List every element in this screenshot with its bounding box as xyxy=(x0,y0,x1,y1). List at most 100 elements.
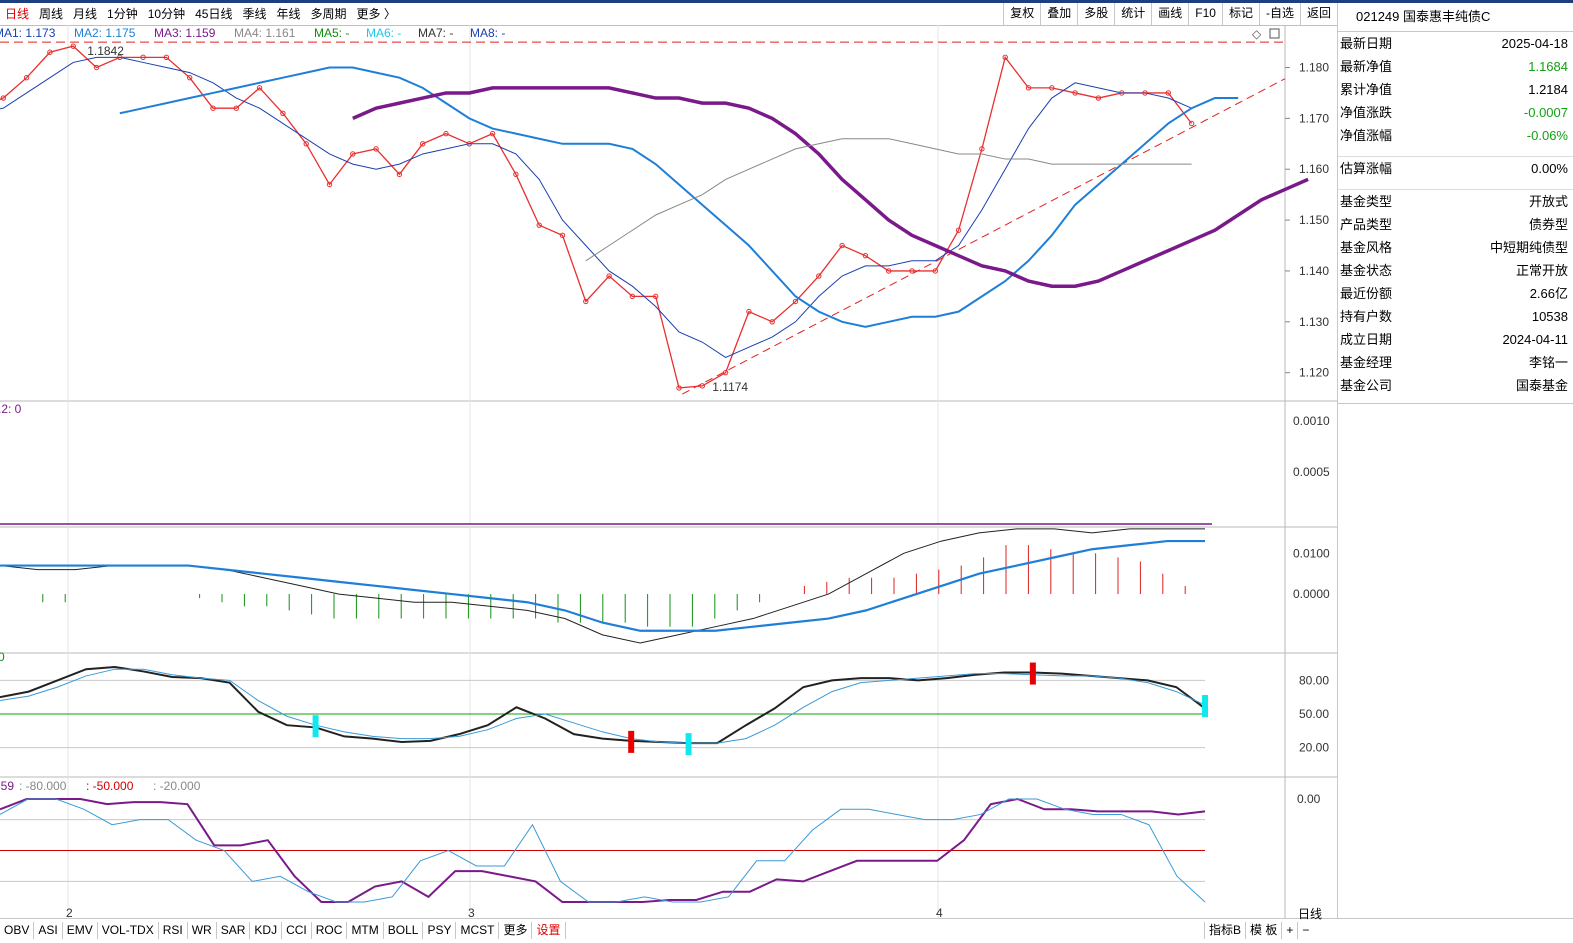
kline-chart[interactable]: 2 3 4 1.180 1.170 1.160 1.150 1.140 1.130 1.120 1.… xyxy=(0,24,1337,920)
panel-maximize-icon[interactable] xyxy=(1269,28,1280,39)
x-axis-label: 2 xyxy=(66,906,73,918)
indicator-tab[interactable]: ROC xyxy=(312,922,348,939)
info-row: 基金状态 正常开放 xyxy=(1338,259,1573,282)
period-tab[interactable]: 周线 xyxy=(34,6,68,22)
tool-button[interactable]: 叠加 xyxy=(1040,3,1077,25)
price-axis-tick: 1.180 xyxy=(1299,61,1329,75)
low-annotation: 1.1174 xyxy=(712,380,748,394)
panel2-axis-tick: 0.0005 xyxy=(1293,465,1330,479)
indicator-tab[interactable]: 设置 xyxy=(532,922,566,939)
info-value: 10538 xyxy=(1531,309,1568,324)
death-cross-marker xyxy=(1202,695,1208,718)
period-tab[interactable]: 日线 xyxy=(0,6,34,22)
indicator-tab[interactable]: 更多 xyxy=(499,922,533,939)
indicator-tool-button[interactable]: − xyxy=(1297,922,1313,939)
death-cross-marker xyxy=(685,733,692,756)
tool-button[interactable]: 标记 xyxy=(1221,3,1259,25)
info-value: 0.00% xyxy=(1531,161,1568,176)
indicator-tool-button[interactable]: + xyxy=(1281,922,1297,939)
indicator-tab[interactable]: RSI xyxy=(159,922,188,939)
period-tab[interactable]: 45日线 xyxy=(190,6,237,22)
period-tab[interactable]: 月线 xyxy=(68,6,102,22)
info-label: 最近份额 xyxy=(1340,286,1393,301)
tool-button[interactable]: 统计 xyxy=(1114,3,1151,25)
indicator-tools: 指标B 模 板 + − xyxy=(1204,922,1313,939)
tool-button[interactable]: 多股 xyxy=(1077,3,1114,25)
indicator-tab[interactable]: KDJ xyxy=(250,922,283,939)
info-row: 基金类型 开放式 xyxy=(1338,190,1573,213)
indicator-tabs: OBV ASI EMV VOL-TDX RSI WR SAR KDJ CCI ROC MTM BOLL… xyxy=(0,922,566,939)
indicator-tab[interactable]: OBV xyxy=(0,922,35,939)
period-tab[interactable]: 多周期 xyxy=(305,6,351,22)
day-label: 日线 xyxy=(1298,907,1323,921)
panel2-axis-tick: 0.0010 xyxy=(1293,414,1330,428)
ma-legend-item: MA1: 1.173 xyxy=(0,26,56,40)
period-tab[interactable]: 年线 xyxy=(271,6,305,22)
panel3-label: 0 xyxy=(0,650,5,664)
indicator-tab[interactable]: WR xyxy=(188,922,217,939)
indicator-tool-button[interactable]: 模 板 xyxy=(1245,922,1281,939)
panel2-label: .2: 0 xyxy=(0,402,22,416)
diamond-icon[interactable]: ◇ xyxy=(1252,27,1262,41)
macd-line xyxy=(0,528,1205,644)
tool-button[interactable]: 画线 xyxy=(1151,3,1188,25)
indicator-tab[interactable]: SAR xyxy=(217,922,251,939)
info-row: 累计净值 1.2184 xyxy=(1338,78,1573,101)
price-point xyxy=(1188,120,1195,127)
period-tab[interactable]: 季线 xyxy=(237,6,271,22)
ma-line-MA2 xyxy=(119,66,1239,328)
indicator-tab[interactable]: EMV xyxy=(63,922,98,939)
info-label: 基金经理 xyxy=(1340,355,1393,370)
info-value: -0.0007 xyxy=(1523,105,1568,120)
indicator-tab[interactable]: CCI xyxy=(282,922,312,939)
info-value: 开放式 xyxy=(1528,194,1568,209)
info-label: 最新净值 xyxy=(1340,59,1393,74)
chart-toolbar: 日线 周线 月线 1分钟 10分钟 45日线 季线 年线 多周期 更多 〉 复权 叠加 多股 统计 画线 F… xyxy=(0,3,1337,26)
fund-profile-group: 基金类型 开放式产品类型 债券型基金风格 中短期纯债型 基金状态 正常开放最近份额 2.66… xyxy=(1338,190,1573,397)
period-tab[interactable]: 更多 〉 xyxy=(352,6,401,22)
golden-cross-marker xyxy=(1029,662,1036,685)
price-axis-tick: 1.170 xyxy=(1299,111,1329,125)
info-row: 基金风格 中短期纯债型 xyxy=(1338,236,1573,259)
info-row: 净值涨幅 -0.06% xyxy=(1338,124,1573,147)
indicator-tab[interactable]: ASI xyxy=(34,922,63,939)
info-label: 最新日期 xyxy=(1340,36,1393,51)
info-label: 净值涨跌 xyxy=(1340,105,1393,120)
info-label: 估算涨幅 xyxy=(1340,161,1393,176)
info-row: 最新日期 2025-04-18 xyxy=(1338,32,1573,55)
indicator-tab[interactable]: MCST xyxy=(456,922,500,939)
ma-legend-item: MA2: 1.175 xyxy=(74,26,136,40)
divider xyxy=(1338,180,1573,190)
tool-button[interactable]: 返回 xyxy=(1299,3,1337,25)
ma-legend-item: MA5: - xyxy=(314,26,349,40)
info-value: 2.66亿 xyxy=(1529,286,1568,301)
period-tab[interactable]: 10分钟 xyxy=(143,6,190,22)
indicator-tool-button[interactable]: 指标B xyxy=(1204,922,1245,939)
indicator-tab[interactable]: MTM xyxy=(347,922,384,939)
info-label: 产品类型 xyxy=(1340,217,1393,232)
x-axis-label: 3 xyxy=(468,906,475,918)
fund-info-panel: 021249 国泰惠丰纯债C 最新日期 2025-04-18 最新净值 1.1684 累… xyxy=(1337,3,1573,918)
info-label: 成立日期 xyxy=(1340,332,1393,347)
chart-area[interactable]: 2 3 4 1.180 1.170 1.160 1.150 1.140 1.130 1.120 1.… xyxy=(0,24,1337,920)
tool-button[interactable]: F10 xyxy=(1188,3,1222,25)
wr-axis-tick: 0.00 xyxy=(1297,792,1321,806)
macd-axis-tick: 0.0100 xyxy=(1293,546,1330,560)
info-label: 净值涨幅 xyxy=(1340,128,1393,143)
info-label: 基金状态 xyxy=(1340,263,1393,278)
indicator-tab[interactable]: BOLL xyxy=(384,922,424,939)
death-cross-marker xyxy=(312,715,319,738)
period-tab[interactable]: 1分钟 xyxy=(102,6,143,22)
tool-button[interactable]: 复权 xyxy=(1003,3,1040,25)
trend-line xyxy=(682,78,1286,395)
indicator-tab[interactable]: VOL-TDX xyxy=(98,922,159,939)
period-selector: 日线 周线 月线 1分钟 10分钟 45日线 季线 年线 多周期 更多 〉 xyxy=(0,6,401,22)
indicator-tab[interactable]: PSY xyxy=(423,922,457,939)
tool-button[interactable]: -自选 xyxy=(1258,3,1300,25)
info-value: 债券型 xyxy=(1528,217,1568,232)
info-row: 基金经理 李铭一 xyxy=(1338,351,1573,374)
info-label: 累计净值 xyxy=(1340,82,1393,97)
divider xyxy=(1338,147,1573,157)
divider xyxy=(1338,397,1573,404)
info-value: 2024-04-11 xyxy=(1502,332,1568,347)
